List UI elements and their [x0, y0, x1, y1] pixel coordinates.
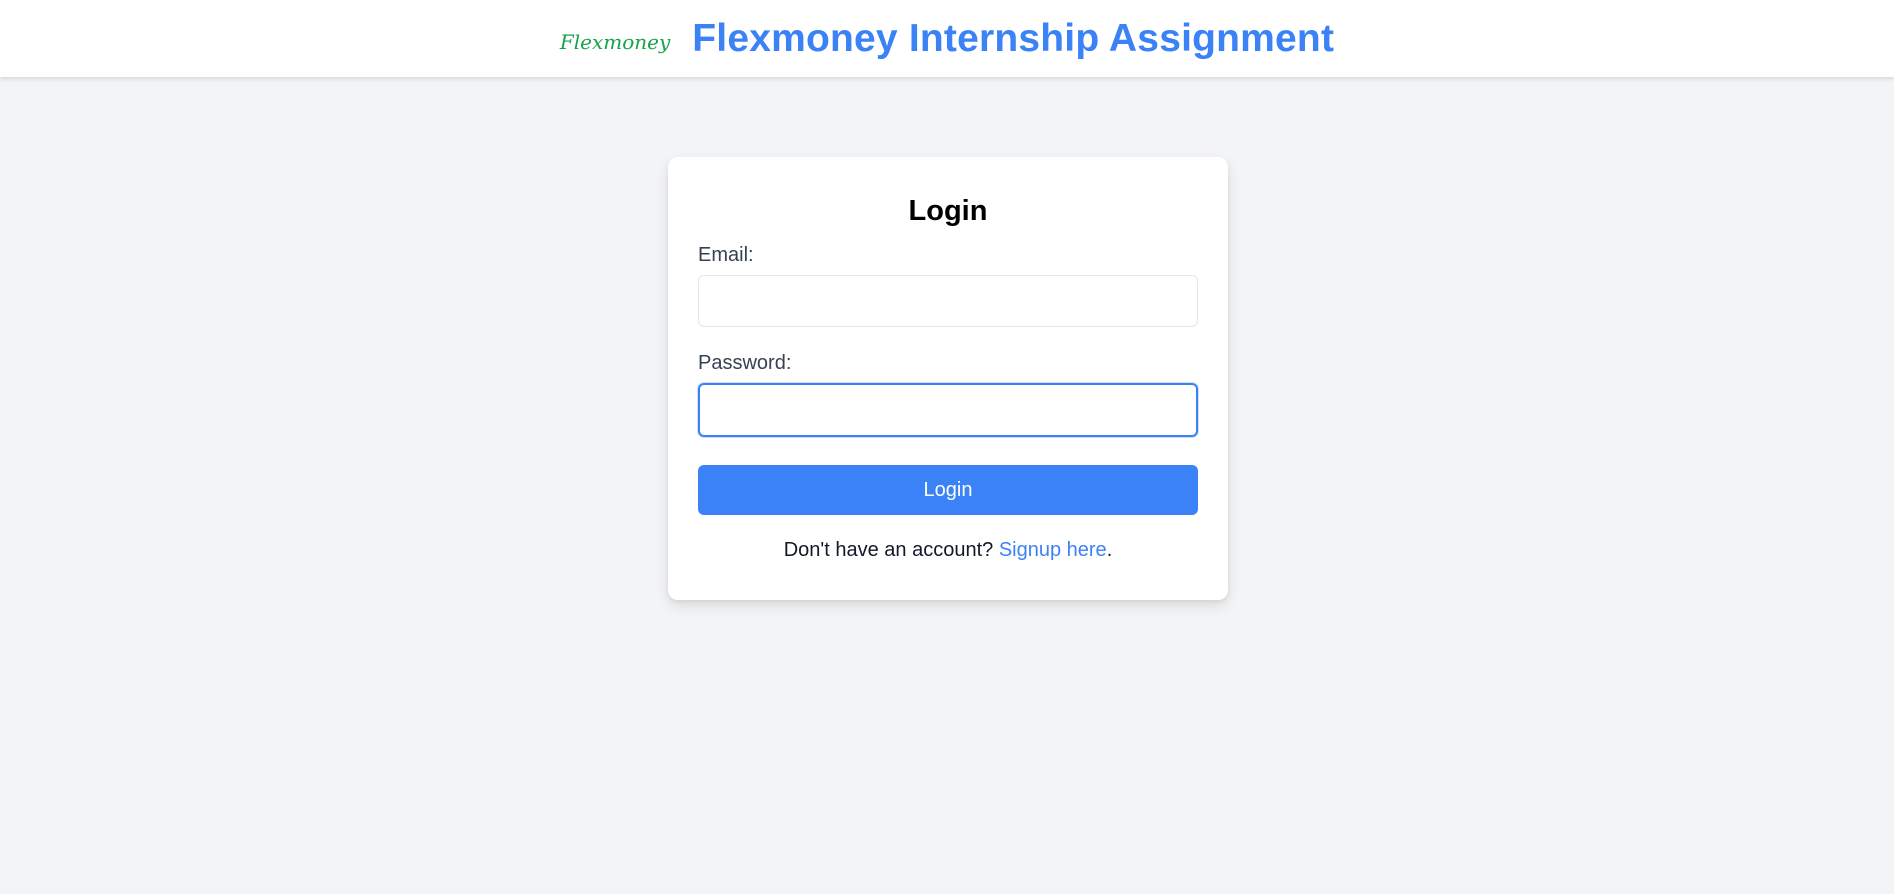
flexmoney-logo: Flexmoney	[559, 29, 671, 54]
password-field-group: Password:	[698, 349, 1198, 437]
signup-prompt-text: Don't have an account?	[783, 539, 999, 561]
page-title: Flexmoney Internship Assignment	[692, 16, 1335, 60]
login-card: Login Email: Password: Login Don't have …	[668, 157, 1228, 600]
top-navbar: Flexmoney Flexmoney Internship Assignmen…	[0, 0, 1894, 77]
login-heading: Login	[908, 195, 988, 227]
password-input[interactable]	[698, 383, 1198, 437]
password-label: Password:	[698, 352, 792, 374]
login-button[interactable]: Login	[698, 465, 1198, 515]
email-label: Email:	[698, 244, 754, 266]
email-field-group: Email:	[698, 241, 1198, 327]
signup-link[interactable]: Signup here	[999, 539, 1107, 561]
signup-suffix: .	[1106, 539, 1113, 561]
signup-prompt-line: Don't have an account? Signup here.	[698, 539, 1198, 562]
email-input[interactable]	[698, 275, 1198, 327]
